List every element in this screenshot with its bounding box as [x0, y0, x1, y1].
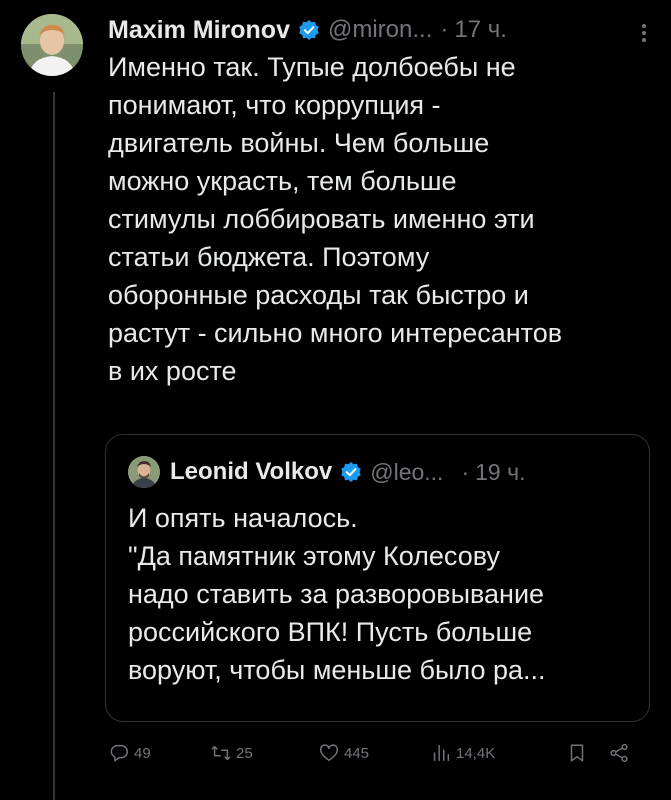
tweet-text-line: статьи бюджета. Поэтому — [108, 242, 430, 272]
quoted-text-line: "Да памятник этому Колесову — [128, 541, 501, 571]
quoted-author-name: Leonid Volkov — [170, 458, 333, 485]
views-count: 14,4K — [456, 744, 496, 762]
reply-count: 49 — [134, 744, 151, 762]
reply-button[interactable]: 49 — [108, 738, 151, 768]
quoted-tweet-header: Leonid Volkov @leo... · 19 ч. — [128, 455, 637, 489]
bookmark-icon — [570, 744, 584, 762]
quoted-tweet-text: И опять началось. "Да памятник этому Кол… — [128, 499, 638, 689]
retweet-icon — [211, 745, 231, 761]
thread-line — [53, 92, 55, 800]
tweet-text-line: двигатель войны. Чем больше — [108, 128, 490, 158]
tweet-text-line: Именно так. Тупые долбоебы не — [108, 52, 516, 82]
more-dots-icon[interactable] — [635, 22, 653, 42]
views-button[interactable]: 14,4K — [430, 738, 495, 768]
quoted-avatar-image — [128, 456, 160, 488]
quoted-text-line: воруют, чтобы меньше было ра... — [128, 655, 546, 685]
quoted-tweet-time: 19 ч. — [475, 458, 526, 485]
heart-icon — [320, 744, 338, 762]
author-handle[interactable]: @miron... — [328, 16, 432, 44]
tweet-text: Именно так. Тупые долбоебы не понимают, … — [108, 48, 648, 390]
share-button[interactable] — [608, 738, 634, 768]
avatar-image — [21, 14, 83, 76]
tweet-text-line: понимают, что коррупция - — [108, 90, 441, 120]
quoted-text-line: надо ставить за разворовывание — [128, 579, 545, 609]
share-icon — [610, 743, 628, 763]
tweet-text-line: в их росте — [108, 356, 237, 386]
quoted-text-line: И опять началось. — [128, 503, 358, 533]
tweet-text-line: оборонные расходы так быстро и — [108, 280, 529, 310]
views-bars-icon — [433, 744, 450, 762]
bookmark-button[interactable] — [566, 738, 592, 768]
tweet-text-line: стимулы лоббировать именно эти — [108, 204, 535, 234]
tweet-header: Maxim Mironov @miron... · 17 ч. — [108, 14, 655, 46]
quoted-tweet[interactable]: Leonid Volkov @leo... · 19 ч. И опять на… — [105, 434, 650, 722]
author-name[interactable]: Maxim Mironov — [108, 16, 290, 45]
retweet-button[interactable]: 25 — [210, 738, 253, 768]
verified-badge-icon — [299, 20, 319, 40]
tweet-text-line: можно украсть, тем больше — [108, 166, 457, 196]
like-button[interactable]: 445 — [318, 738, 369, 768]
quoted-header-separator: · — [461, 458, 470, 485]
action-bar: 49 25 445 14,4K — [108, 738, 653, 768]
reply-icon — [110, 744, 128, 762]
header-separator: · — [440, 16, 449, 43]
verified-badge-icon — [341, 462, 362, 482]
avatar[interactable] — [21, 14, 83, 76]
quoted-text-line: российского ВПК! Пусть больше — [128, 617, 533, 647]
tweet-time[interactable]: 17 ч. — [454, 16, 507, 44]
tweet-text-line: растут - сильно много интересантов — [108, 318, 563, 348]
like-count: 445 — [344, 744, 370, 762]
retweet-count: 25 — [236, 744, 253, 762]
quoted-avatar — [128, 456, 160, 488]
quoted-author-handle: @leo... — [370, 458, 444, 485]
